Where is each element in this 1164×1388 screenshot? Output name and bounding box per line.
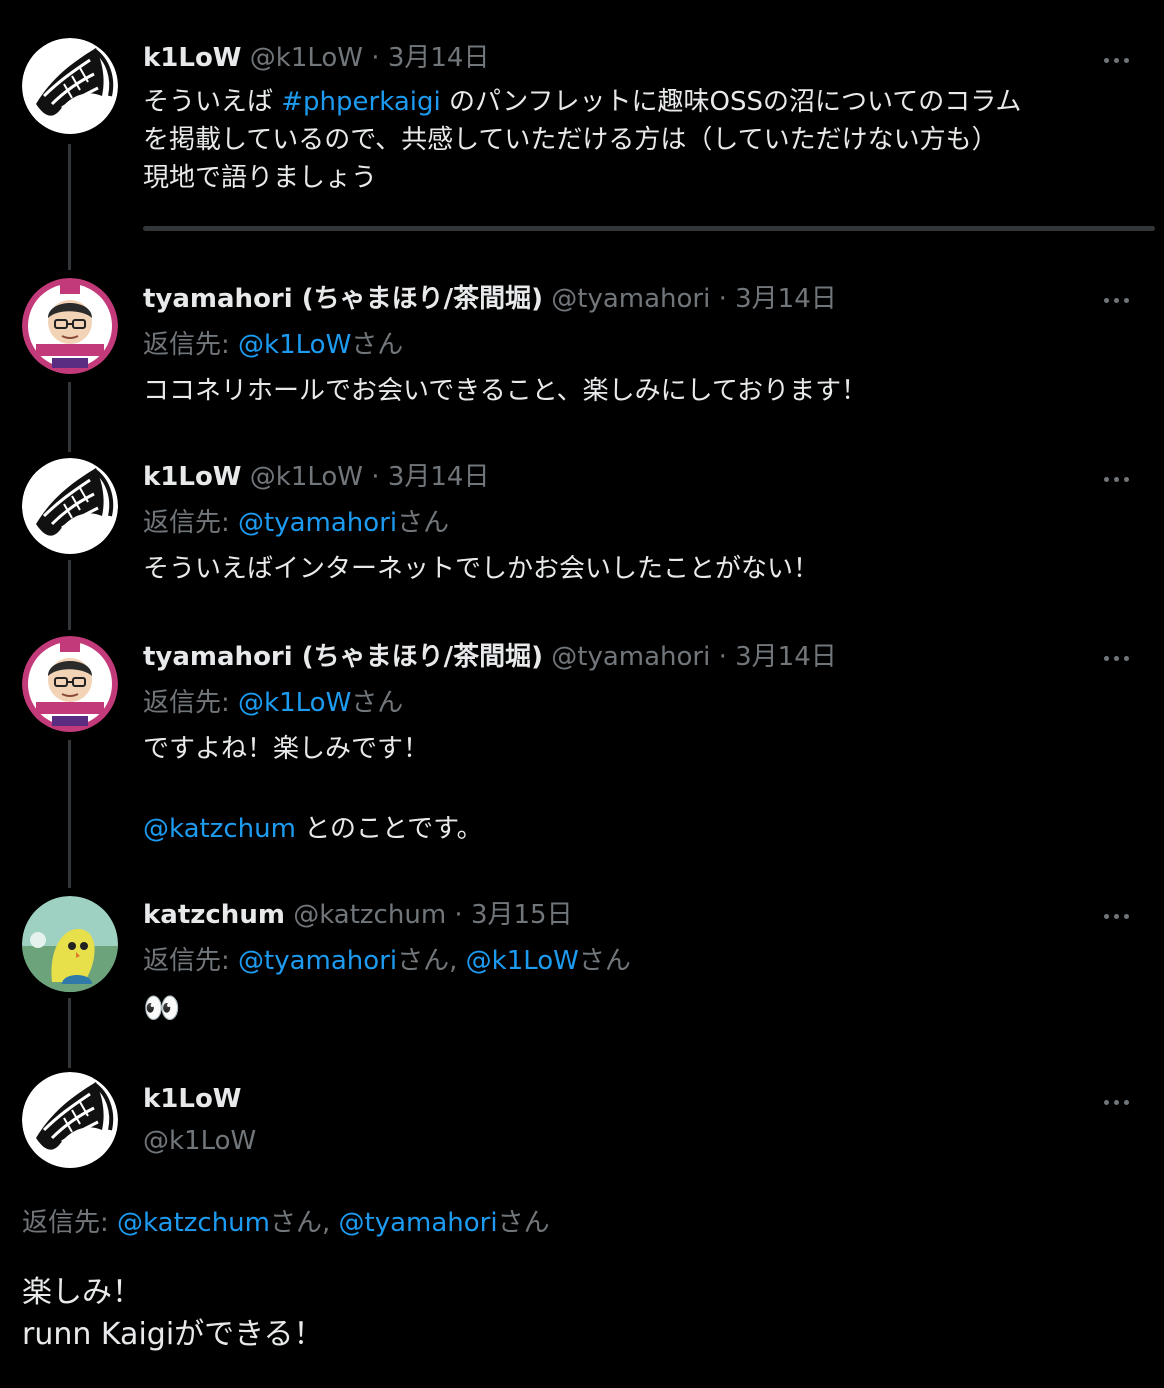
author-name[interactable]: k1LoW	[143, 462, 242, 492]
reply-context: 返信先: @tyamahoriさん	[143, 508, 450, 538]
card-preview-divider	[143, 226, 1155, 231]
tweet-header: tyamahori (ちゃまほり/茶間堀) @tyamahori · 3月14日	[143, 282, 837, 316]
avatar[interactable]	[22, 458, 118, 554]
author-handle[interactable]: @tyamahori	[551, 284, 710, 314]
more-horizontal-icon	[1104, 477, 1109, 482]
tweet-header: katzchum @katzchum · 3月15日	[143, 898, 573, 932]
reply-context: 返信先: @k1LoWさん	[143, 330, 404, 360]
tweet-date[interactable]: 3月14日	[735, 642, 837, 672]
separator: ·	[718, 284, 727, 314]
tweet-text-mention-line: @katzchum とのことです。	[143, 814, 483, 844]
tweet-text: そういえば #phperkaigi のパンフレットに趣味OSSの沼についてのコラ…	[143, 87, 1022, 193]
separator: ·	[371, 43, 380, 73]
avatar[interactable]	[22, 636, 118, 732]
author-name[interactable]: tyamahori (ちゃまほり/茶間堀)	[143, 284, 543, 314]
tweet-date[interactable]: 3月14日	[388, 43, 490, 73]
more-options-button[interactable]	[1104, 469, 1134, 489]
tweet-header: k1LoW @k1LoW · 3月14日	[143, 460, 489, 494]
mention-link[interactable]: @k1LoW	[238, 688, 351, 718]
author-name[interactable]: k1LoW	[143, 1082, 242, 1116]
more-horizontal-icon	[1104, 58, 1109, 63]
separator: ·	[454, 900, 463, 930]
mention-link[interactable]: @tyamahori	[238, 508, 397, 538]
tweet-text: 楽しみ！ runn Kaigiができる！	[22, 1275, 324, 1352]
tweet-date[interactable]: 3月14日	[735, 284, 837, 314]
more-options-button[interactable]	[1104, 906, 1134, 926]
tweet-header: tyamahori (ちゃまほり/茶間堀) @tyamahori · 3月14日	[143, 640, 837, 674]
author-name[interactable]: tyamahori (ちゃまほり/茶間堀)	[143, 642, 543, 672]
tweet[interactable]: tyamahori (ちゃまほり/茶間堀) @tyamahori · 3月14日…	[0, 270, 1164, 420]
author-name[interactable]: katzchum	[143, 900, 285, 930]
mention-link[interactable]: @k1LoW	[466, 946, 579, 976]
mention-link[interactable]: @katzchum	[143, 814, 296, 844]
more-options-button[interactable]	[1104, 290, 1134, 310]
more-horizontal-icon	[1104, 298, 1109, 303]
more-horizontal-icon	[1104, 1100, 1109, 1105]
avatar[interactable]	[22, 278, 118, 374]
mention-link[interactable]: @tyamahori	[238, 946, 397, 976]
tweet-text: 👀	[143, 991, 181, 1026]
author-handle[interactable]: @k1LoW	[250, 462, 363, 492]
separator: ·	[371, 462, 380, 492]
tweet-date[interactable]: 3月15日	[471, 900, 573, 930]
tweet[interactable]: tyamahori (ちゃまほり/茶間堀) @tyamahori · 3月14日…	[0, 632, 1164, 872]
focused-tweet: k1LoW @k1LoW 返信先: @katzchumさん, @tyamahor…	[0, 1068, 1164, 1388]
separator: ·	[718, 642, 727, 672]
mention-link[interactable]: @tyamahori	[339, 1208, 498, 1238]
tweet-date[interactable]: 3月14日	[388, 462, 490, 492]
tweet-text: ココネリホールでお会いできること、楽しみにしております！	[143, 376, 868, 406]
author-handle[interactable]: @katzchum	[293, 900, 446, 930]
more-options-button[interactable]	[1104, 50, 1134, 70]
more-horizontal-icon	[1104, 914, 1109, 919]
reply-context: 返信先: @tyamahoriさん, @k1LoWさん	[143, 946, 631, 976]
avatar[interactable]	[22, 38, 118, 134]
tweet[interactable]: k1LoW @k1LoW · 3月14日 返信先: @tyamahoriさん そ…	[0, 452, 1164, 602]
author-handle[interactable]: @k1LoW	[250, 43, 363, 73]
more-options-button[interactable]	[1104, 1092, 1134, 1112]
reply-context: 返信先: @katzchumさん, @tyamahoriさん	[22, 1208, 550, 1238]
reply-context: 返信先: @k1LoWさん	[143, 688, 404, 718]
hashtag-link[interactable]: #phperkaigi	[281, 87, 440, 117]
avatar[interactable]	[22, 896, 118, 992]
tweet-header: k1LoW @k1LoW · 3月14日	[143, 41, 489, 75]
tweet-text: ですよね！楽しみです！	[143, 734, 430, 764]
avatar[interactable]	[22, 1072, 118, 1168]
tweet[interactable]: k1LoW @k1LoW · 3月14日 そういえば #phperkaigi の…	[0, 0, 1164, 260]
tweet[interactable]: katzchum @katzchum · 3月15日 返信先: @tyamaho…	[0, 890, 1164, 1050]
author-handle[interactable]: @tyamahori	[551, 642, 710, 672]
mention-link[interactable]: @katzchum	[117, 1208, 270, 1238]
mention-link[interactable]: @k1LoW	[238, 330, 351, 360]
author-handle[interactable]: @k1LoW	[143, 1124, 256, 1158]
author-name[interactable]: k1LoW	[143, 43, 242, 73]
more-horizontal-icon	[1104, 656, 1109, 661]
more-options-button[interactable]	[1104, 648, 1134, 668]
tweet-text: そういえばインターネットでしかお会いしたことがない！	[143, 554, 820, 584]
